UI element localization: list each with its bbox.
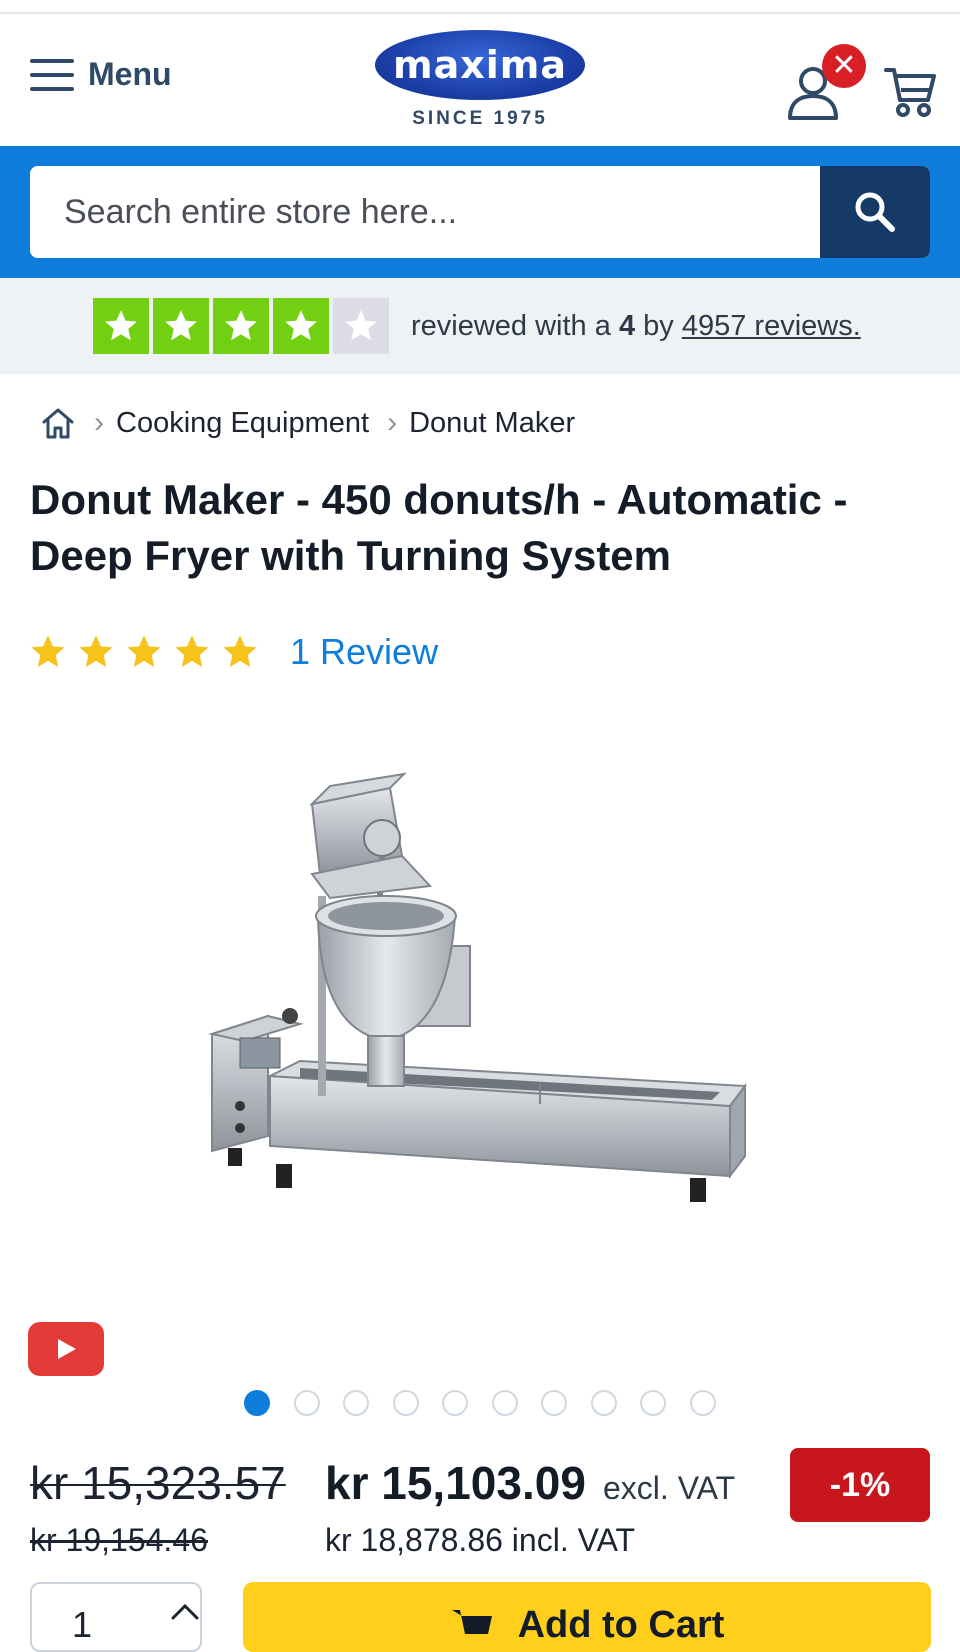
incl-vat-label: incl. VAT [511, 1522, 636, 1558]
gallery-dot[interactable] [541, 1390, 567, 1416]
product-rating: 1 Review [0, 628, 960, 676]
quantity-input[interactable] [72, 1604, 112, 1646]
close-badge-icon[interactable]: ✕ [822, 44, 866, 88]
review-link[interactable]: 1 Review [290, 631, 438, 673]
logo-since: SINCE 1975 [412, 108, 548, 129]
trustpilot-bar: reviewed with a 4 by 4957 reviews. [0, 278, 960, 374]
youtube-play-button[interactable] [28, 1322, 104, 1376]
gallery-dot[interactable] [689, 1390, 716, 1416]
trustpilot-star-icon [213, 298, 269, 354]
menu-label: Menu [88, 56, 172, 92]
product-image [208, 772, 747, 1202]
star-icon [31, 635, 65, 667]
search-icon [855, 192, 895, 232]
old-price: kr 15,323.57 [30, 1457, 286, 1509]
gallery-dot[interactable] [244, 1390, 270, 1416]
quantity-stepper [30, 1582, 202, 1652]
product-gallery[interactable] [0, 716, 960, 1416]
trustpilot-mid: by [643, 309, 674, 342]
cart-icon[interactable] [884, 64, 936, 118]
chevron-up-icon[interactable] [170, 1598, 200, 1624]
price-block: kr 15,323.57 kr 19,154.46 kr 15,103.09 e… [0, 1442, 960, 1562]
menu-button[interactable]: Menu [30, 56, 172, 93]
old-price-incl: kr 19,154.46 [30, 1522, 208, 1558]
logo-text: maxima [392, 43, 567, 87]
add-to-cart-button[interactable]: Add to Cart [243, 1582, 931, 1652]
chevron-right-icon: › [94, 406, 104, 439]
star-icon [223, 635, 257, 667]
trustpilot-star-icon [273, 298, 329, 354]
trustpilot-star-icon [153, 298, 209, 354]
trustpilot-stars [93, 298, 393, 354]
top-border [0, 0, 960, 14]
gallery-dot[interactable] [442, 1390, 468, 1416]
trustpilot-text: reviewed with a 4 by 4957 reviews. [411, 310, 861, 343]
site-header: Menu maxima SINCE 1975 ✕ [0, 14, 960, 146]
home-icon[interactable] [40, 405, 76, 441]
discount-badge: -1% [790, 1448, 930, 1522]
new-price: kr 15,103.09 [325, 1457, 586, 1509]
incl-vat-price: kr 18,878.86 incl. VAT [325, 1522, 635, 1559]
trustpilot-score: 4 [618, 309, 636, 342]
trustpilot-star-empty-icon [333, 298, 389, 354]
maxima-logo[interactable]: maxima SINCE 1975 [375, 30, 585, 142]
trustpilot-star-icon [93, 298, 149, 354]
logo-oval: maxima [375, 30, 585, 100]
star-icon [79, 635, 113, 667]
product-title: Donut Maker - 450 donuts/h - Automatic -… [30, 476, 848, 579]
cart-icon [451, 1610, 492, 1634]
breadcrumb-item[interactable]: Cooking Equipment [116, 407, 369, 440]
breadcrumb: › Cooking Equipment › Donut Maker [0, 374, 960, 472]
hamburger-icon [30, 57, 74, 93]
search-input[interactable] [30, 166, 820, 258]
gallery-dot[interactable] [491, 1390, 518, 1416]
gallery-dot[interactable] [590, 1390, 617, 1416]
breadcrumb-item[interactable]: Donut Maker [409, 407, 575, 440]
chevron-right-icon: › [387, 406, 398, 439]
search-bar [30, 166, 930, 258]
trustpilot-prefix: reviewed with a [411, 309, 611, 342]
search-band [0, 146, 960, 278]
incl-price-value: kr 18,878.86 [325, 1522, 503, 1558]
gallery-dot[interactable] [293, 1390, 320, 1416]
gallery-dot[interactable] [343, 1390, 369, 1416]
trustpilot-reviews-link[interactable]: 4957 reviews. [682, 310, 861, 342]
star-icon [175, 635, 209, 667]
gallery-dot[interactable] [640, 1390, 666, 1416]
gallery-dot[interactable] [392, 1390, 419, 1416]
excl-vat-label: excl. VAT [603, 1470, 736, 1506]
gallery-dots [244, 1390, 739, 1416]
play-icon [58, 1339, 76, 1359]
search-button[interactable] [820, 166, 930, 258]
star-icon [127, 635, 161, 667]
add-to-cart-label: Add to Cart [517, 1604, 725, 1646]
